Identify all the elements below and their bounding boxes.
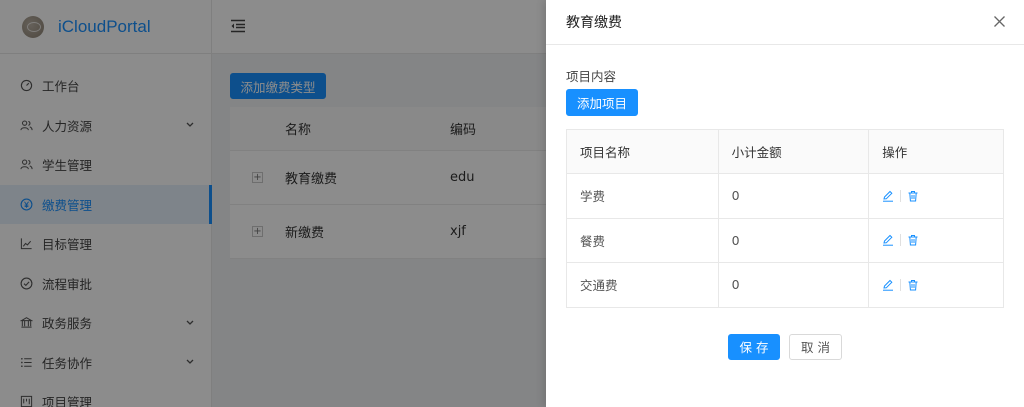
table-row: 学费 0 <box>566 173 1004 219</box>
table-row: 交通费 0 <box>566 262 1004 308</box>
delete-icon[interactable] <box>907 234 919 246</box>
section-label: 项目内容 <box>566 69 617 84</box>
table-row: 餐费 0 <box>566 217 1004 263</box>
cell-actions <box>868 262 1004 308</box>
item-table: 项目名称 小计金额 操作 学费 0 餐费 0 交通费 0 <box>566 129 1004 308</box>
column-header-actions: 操作 <box>868 129 1004 174</box>
cancel-button[interactable]: 取 消 <box>789 333 842 360</box>
cell-actions <box>868 217 1004 263</box>
table-header-row: 项目名称 小计金额 操作 <box>566 129 1004 174</box>
delete-icon[interactable] <box>907 279 919 291</box>
cell-item-name: 学费 <box>566 173 719 219</box>
drawer-footer: 保 存 取 消 <box>566 333 1004 360</box>
edit-icon[interactable] <box>882 234 894 246</box>
drawer-body: 项目内容 添加项目 项目名称 小计金额 操作 学费 0 餐费 0 交通费 0 保… <box>566 45 1004 360</box>
column-header-item-name: 项目名称 <box>566 129 719 174</box>
edit-icon[interactable] <box>882 279 894 291</box>
cell-amount: 0 <box>717 217 870 263</box>
cell-actions <box>868 173 1004 219</box>
cell-item-name: 餐费 <box>566 217 719 263</box>
delete-icon[interactable] <box>907 190 919 202</box>
divider <box>900 234 902 247</box>
cell-amount: 0 <box>717 262 870 308</box>
edit-drawer: 教育缴费 项目内容 添加项目 项目名称 小计金额 操作 学费 0 餐费 0 交通… <box>546 0 1024 407</box>
divider <box>900 278 902 291</box>
cell-amount: 0 <box>717 173 870 219</box>
close-icon[interactable] <box>993 15 1006 28</box>
drawer-header: 教育缴费 <box>546 0 1024 45</box>
add-item-button[interactable]: 添加项目 <box>566 89 638 116</box>
save-button[interactable]: 保 存 <box>728 333 780 360</box>
edit-icon[interactable] <box>882 190 894 202</box>
column-header-amount: 小计金额 <box>717 129 870 174</box>
divider <box>900 189 902 202</box>
drawer-title: 教育缴费 <box>566 15 622 31</box>
cell-item-name: 交通费 <box>566 262 719 308</box>
